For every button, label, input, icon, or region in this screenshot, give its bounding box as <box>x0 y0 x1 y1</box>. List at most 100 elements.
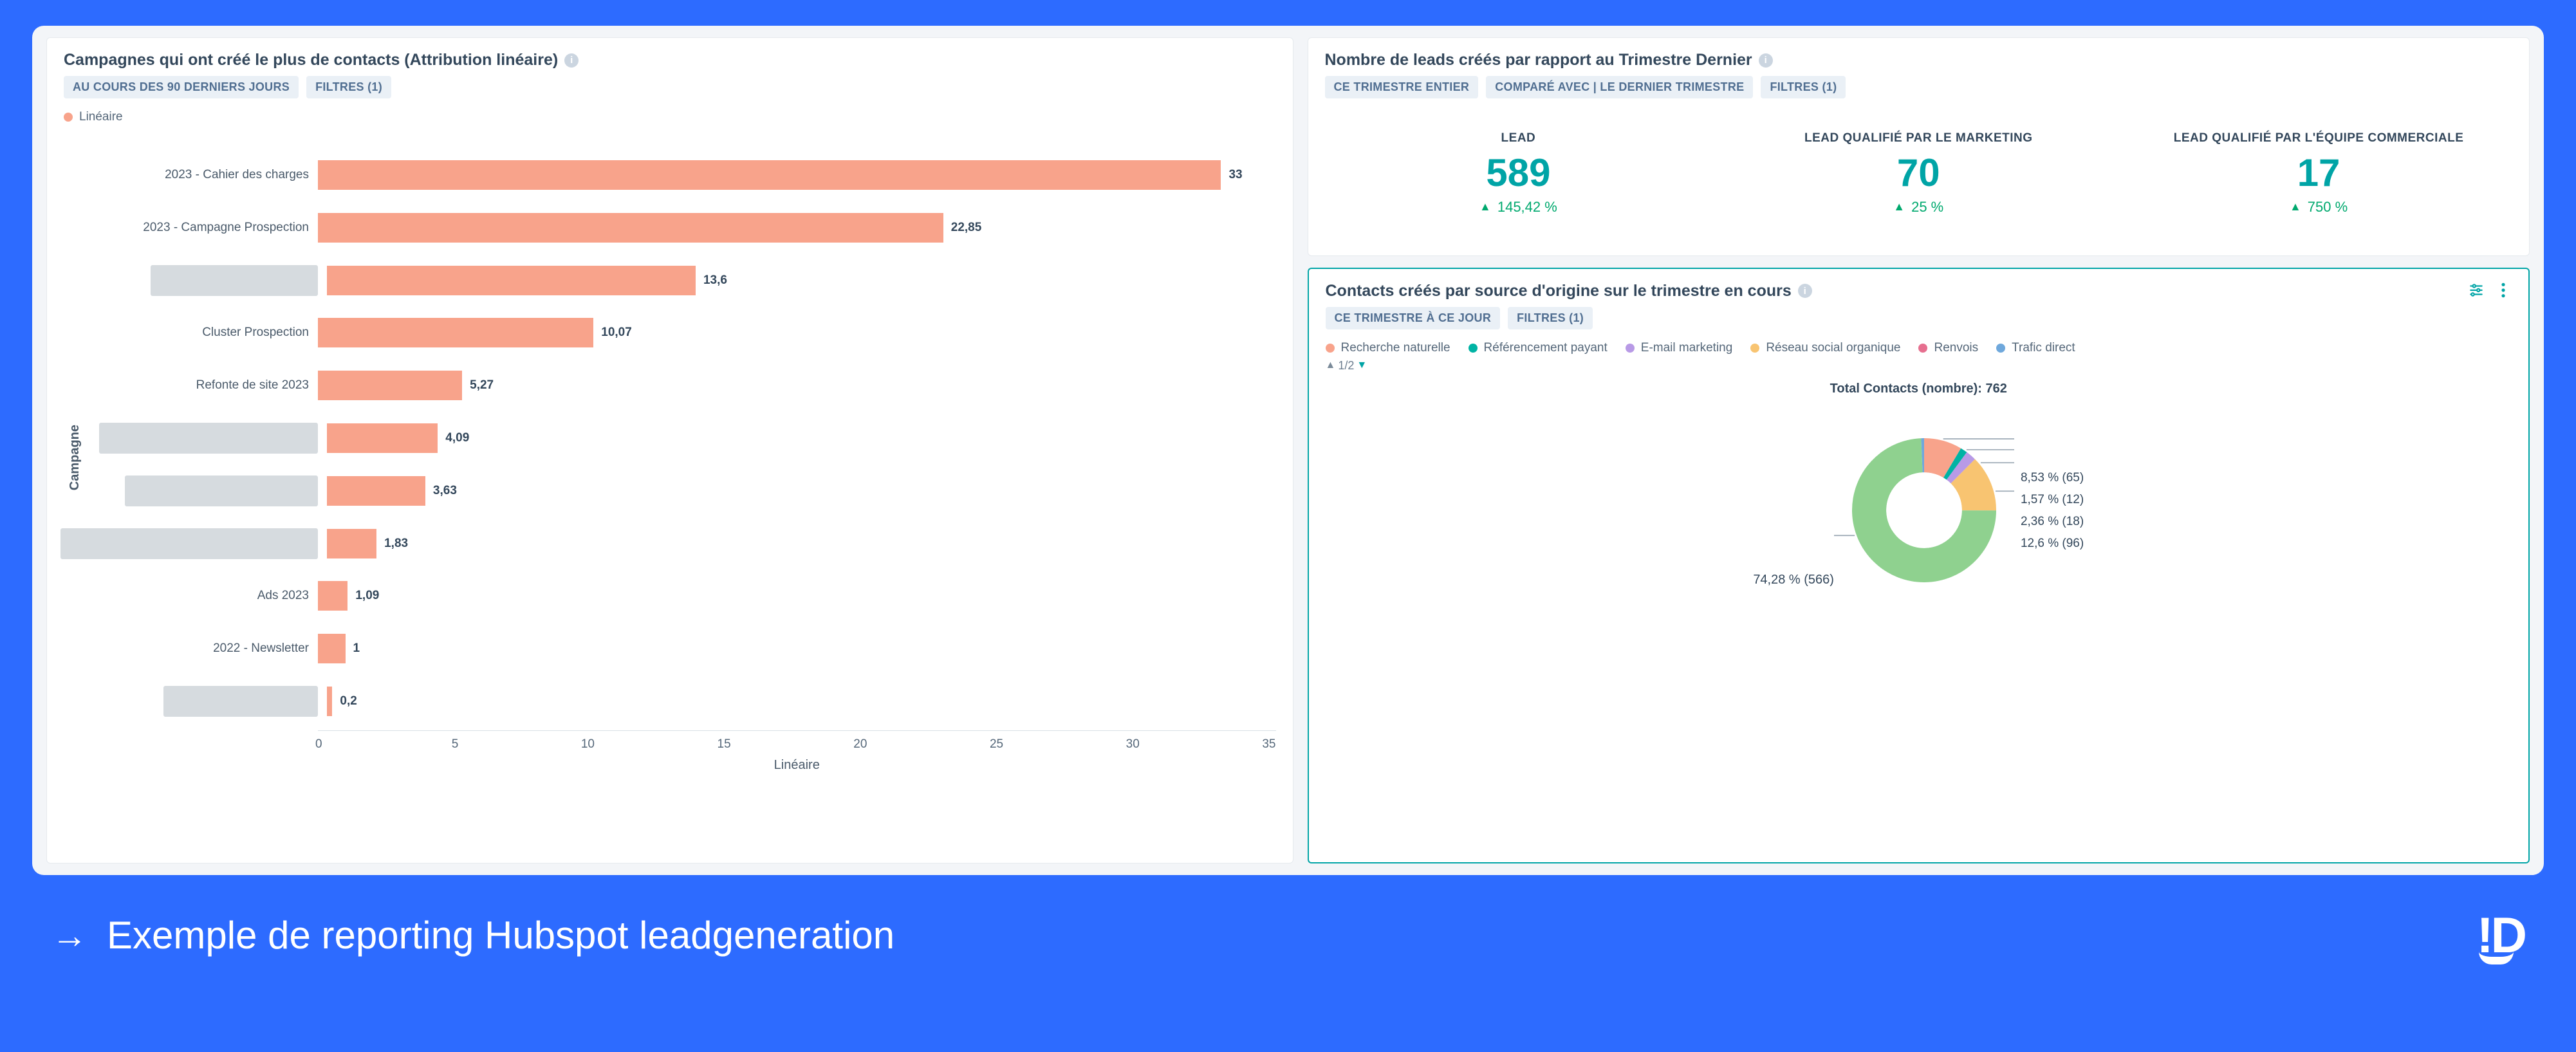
bar-row: 0,2 <box>86 678 1276 724</box>
more-menu-icon[interactable] <box>2495 282 2512 299</box>
x-tick: 35 <box>1140 737 1276 752</box>
bar[interactable] <box>327 423 438 453</box>
kpi-value: 70 <box>1725 151 2112 195</box>
legend-dot-icon <box>1326 344 1335 353</box>
bar[interactable] <box>318 581 347 611</box>
bar-track: 33 <box>318 160 1276 190</box>
footer-caption: Exemple de reporting Hubspot leadgenerat… <box>107 913 894 957</box>
legend-item[interactable]: Recherche naturelle <box>1326 341 1450 355</box>
bar-label: 2023 - Cahier des charges <box>86 168 318 182</box>
bar[interactable] <box>318 160 1221 190</box>
bar-value-label: 22,85 <box>951 221 982 235</box>
bar[interactable] <box>327 687 332 716</box>
info-icon[interactable]: i <box>564 53 579 68</box>
info-icon[interactable]: i <box>1759 53 1773 68</box>
x-tick: 20 <box>731 737 867 752</box>
panel-sources-title-text: Contacts créés par source d'origine sur … <box>1326 282 1792 300</box>
pager-next-icon[interactable]: ▼ <box>1357 360 1367 371</box>
x-tick: 10 <box>458 737 595 752</box>
x-tick: 5 <box>322 737 459 752</box>
bar-label: Ads 2023 <box>86 589 318 603</box>
legend-item[interactable]: Trafic direct <box>1996 341 2075 355</box>
settings-sliders-icon[interactable] <box>2468 282 2485 299</box>
bar-row: 2022 - Newsletter1 <box>86 625 1276 672</box>
kpi-card: LEAD QUALIFIÉ PAR LE MARKETING70▲25 % <box>1725 131 2112 216</box>
legend-dot-icon <box>1626 344 1635 353</box>
chip-compare[interactable]: COMPARÉ AVEC | LE DERNIER TRIMESTRE <box>1486 76 1753 98</box>
panel-sources-title: Contacts créés par source d'origine sur … <box>1326 282 1812 300</box>
kpi-value: 589 <box>1325 151 1712 195</box>
dashboard: Campagnes qui ont créé le plus de contac… <box>32 26 2544 875</box>
chip-date-range[interactable]: CE TRIMESTRE ENTIER <box>1325 76 1479 98</box>
bar-label-redacted <box>163 686 318 717</box>
bar-value-label: 1,83 <box>384 537 408 551</box>
bar-track: 3,63 <box>327 476 1276 506</box>
bar-label-redacted <box>60 528 318 559</box>
legend-dot-icon <box>64 113 73 122</box>
bar-row: 2023 - Cahier des charges33 <box>86 152 1276 198</box>
bar[interactable] <box>327 476 425 506</box>
legend-item[interactable]: Réseau social organique <box>1750 341 1900 355</box>
donut-total: Total Contacts (nombre): 762 <box>1830 382 2007 396</box>
kpi-label: LEAD QUALIFIÉ PAR LE MARKETING <box>1725 131 2112 147</box>
bar[interactable] <box>318 213 943 243</box>
trend-up-icon: ▲ <box>1893 200 1905 214</box>
bar-track: 5,27 <box>318 371 1276 400</box>
bar-value-label: 3,63 <box>433 484 457 498</box>
chip-filters[interactable]: FILTRES (1) <box>306 76 391 98</box>
legend-dot-icon <box>1918 344 1927 353</box>
bar-label-redacted <box>125 475 318 506</box>
bar-track: 4,09 <box>327 423 1276 453</box>
legend-item[interactable]: E-mail marketing <box>1626 341 1733 355</box>
donut-slice-label-big: 74,28 % (566) <box>1753 573 1834 587</box>
chip-date-range[interactable]: CE TRIMESTRE À CE JOUR <box>1326 307 1501 329</box>
donut-slice-label-3: 12,6 % (96) <box>2021 537 2084 551</box>
panel-campaigns-title-text: Campagnes qui ont créé le plus de contac… <box>64 51 558 69</box>
bar-value-label: 13,6 <box>703 273 727 288</box>
bar-row: 4,09 <box>86 415 1276 461</box>
legend-label: Réseau social organique <box>1766 341 1900 355</box>
bar-label: Refonte de site 2023 <box>86 378 318 392</box>
legend-pager[interactable]: ▲ 1/2 ▼ <box>1326 359 1367 373</box>
legend-label: Renvois <box>1934 341 1978 355</box>
info-icon[interactable]: i <box>1798 284 1812 298</box>
bar-label: Cluster Prospection <box>86 326 318 340</box>
bar-label-redacted <box>99 423 318 454</box>
legend-label: E-mail marketing <box>1641 341 1733 355</box>
bar[interactable] <box>318 371 462 400</box>
bar[interactable] <box>318 318 593 347</box>
x-tick: 30 <box>1003 737 1140 752</box>
chip-date-range[interactable]: AU COURS DES 90 DERNIERS JOURS <box>64 76 299 98</box>
kpi-row: LEAD589▲145,42 %LEAD QUALIFIÉ PAR LE MAR… <box>1325 131 2513 216</box>
panel-leads-title: Nombre de leads créés par rapport au Tri… <box>1325 51 1773 69</box>
panel-leads: Nombre de leads créés par rapport au Tri… <box>1308 37 2530 256</box>
panel-campaigns-title: Campagnes qui ont créé le plus de contac… <box>64 51 579 69</box>
legend-item[interactable]: Référencement payant <box>1469 341 1608 355</box>
chip-filters[interactable]: FILTRES (1) <box>1761 76 1846 98</box>
legend-dot-icon <box>1750 344 1759 353</box>
bar-chart: Campagne 2023 - Cahier des charges332023… <box>64 142 1276 773</box>
bar[interactable] <box>327 529 376 558</box>
legend-dot-icon <box>1469 344 1478 353</box>
legend-item[interactable]: Renvois <box>1918 341 1978 355</box>
bar-track: 0,2 <box>327 687 1276 716</box>
bar-track: 1 <box>318 634 1276 663</box>
bar[interactable] <box>318 634 346 663</box>
sources-legend: Recherche naturelle Référencement payant E… <box>1326 341 2512 355</box>
bar-row: 13,6 <box>86 257 1276 304</box>
bar-track: 13,6 <box>327 266 1276 295</box>
bar-value-label: 10,07 <box>601 326 632 340</box>
legend-label: Référencement payant <box>1484 341 1608 355</box>
legend-dot-icon <box>1996 344 2005 353</box>
brand-logo: !D <box>2477 906 2525 964</box>
pager-prev-icon[interactable]: ▲ <box>1326 360 1336 371</box>
chip-filters[interactable]: FILTRES (1) <box>1508 307 1593 329</box>
bar-value-label: 5,27 <box>470 378 494 392</box>
bar-value-label: 4,09 <box>445 431 469 445</box>
kpi-value: 17 <box>2125 151 2512 195</box>
pager-text: 1/2 <box>1338 359 1354 373</box>
bar[interactable] <box>327 266 696 295</box>
bar-value-label: 1 <box>353 641 360 656</box>
bar-label: 2023 - Campagne Prospection <box>86 221 318 235</box>
bar-track: 1,09 <box>318 581 1276 611</box>
